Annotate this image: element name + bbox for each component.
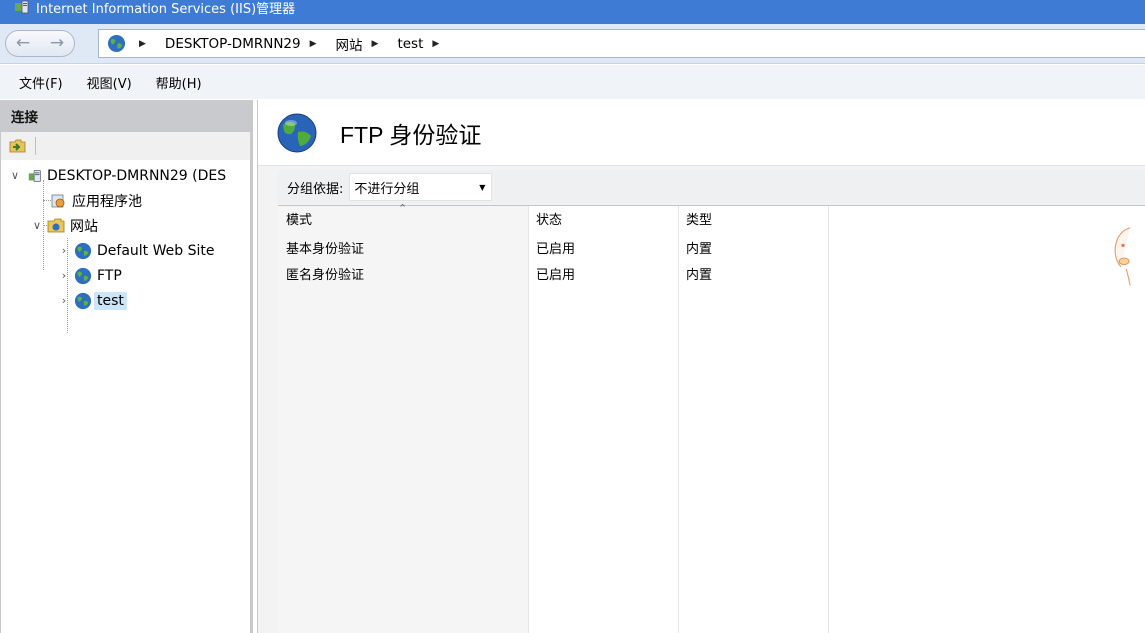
iis-app-icon <box>15 0 29 14</box>
server-icon <box>28 169 41 182</box>
app-pool-icon <box>51 194 65 207</box>
table-row-anonymous-status[interactable]: 已启用 <box>536 264 575 283</box>
chevron-down-icon[interactable]: ∨ <box>31 219 43 232</box>
breadcrumb-arrow[interactable]: ▶ <box>130 39 155 49</box>
group-by-value: 不进行分组 <box>354 181 420 197</box>
globe-icon <box>74 242 92 259</box>
sort-ascending-icon: ⌃ <box>398 202 408 215</box>
chevron-down-icon[interactable]: ∨ <box>9 169 21 182</box>
table-row-basic-type[interactable]: 内置 <box>686 238 712 257</box>
globe-icon <box>277 113 317 152</box>
column-divider <box>828 206 829 633</box>
group-by-bar: 分组依据: 不进行分组 ▼ <box>278 170 1145 204</box>
window-title: Internet Information Services (IIS)管理器 <box>36 1 296 17</box>
column-divider <box>678 206 679 633</box>
globe-icon <box>74 267 92 284</box>
breadcrumb-item-server[interactable]: DESKTOP-DMRNN29 ▶ <box>165 36 326 52</box>
tree-node-app-pools[interactable]: 应用程序池 <box>49 189 142 212</box>
connect-folder-icon[interactable] <box>9 138 27 154</box>
nav-buttons: ← → <box>5 30 75 57</box>
feature-pane: FTP 身份验证 分组依据: 不进行分组 ▼ ⌃ 模式 状态 类型 基本身份验证… <box>257 100 1145 633</box>
group-by-select[interactable]: 不进行分组 ▼ <box>349 173 493 201</box>
chevron-right-icon[interactable]: › <box>58 244 70 257</box>
breadcrumb-item-sites[interactable]: 网站 ▶ <box>336 34 388 54</box>
globe-icon <box>107 34 126 53</box>
menu-bar: 文件(F) 视图(V) 帮助(H) <box>0 65 1145 99</box>
tree-node-default-web-site[interactable]: › Default Web Site <box>58 239 214 262</box>
sites-folder-icon <box>47 218 65 232</box>
tree-node-ftp[interactable]: › FTP <box>58 264 122 287</box>
chevron-right-icon[interactable]: › <box>58 294 70 307</box>
column-header-status[interactable]: 状态 <box>536 209 562 228</box>
forward-arrow-icon[interactable]: → <box>50 35 64 52</box>
title-bar: Internet Information Services (IIS)管理器 <box>0 0 1145 24</box>
tree-node-sites[interactable]: ∨ 网站 <box>31 214 98 237</box>
back-arrow-icon[interactable]: ← <box>16 35 30 52</box>
auth-grid: ⌃ 模式 状态 类型 基本身份验证 已启用 内置 匿名身份验证 已启用 内置 <box>278 202 1145 633</box>
menu-help[interactable]: 帮助(H) <box>156 73 202 92</box>
toolbar-separator <box>35 137 36 155</box>
tree-node-test[interactable]: › test <box>58 289 127 312</box>
column-divider <box>528 206 529 633</box>
tree-label-test: test <box>94 291 127 310</box>
table-row-anonymous-mode[interactable]: 匿名身份验证 <box>286 264 364 283</box>
connections-header: 连接 <box>1 100 250 132</box>
page-title: FTP 身份验证 <box>340 121 482 148</box>
breadcrumb[interactable]: ▶ DESKTOP-DMRNN29 ▶ 网站 ▶ test ▶ <box>98 29 1145 58</box>
globe-icon <box>74 292 92 309</box>
connections-toolbar <box>1 132 250 160</box>
connections-tree: ∨ DESKTOP-DMRNN29 (DES 应用程序池 ∨ 网站 › Defa… <box>1 160 250 333</box>
group-by-label: 分组依据: <box>287 181 344 197</box>
tree-label-ftp: FTP <box>97 267 122 284</box>
address-bar: ← → ▶ DESKTOP-DMRNN29 ▶ 网站 ▶ test ▶ <box>0 24 1145 64</box>
tree-label-default-web-site: Default Web Site <box>97 242 215 259</box>
table-row-basic-status[interactable]: 已启用 <box>536 238 575 257</box>
tree-label-sites: 网站 <box>70 218 98 235</box>
table-row-anonymous-type[interactable]: 内置 <box>686 264 712 283</box>
column-header-mode[interactable]: 模式 <box>286 209 312 228</box>
tree-label-server: DESKTOP-DMRNN29 (DES <box>47 167 227 184</box>
breadcrumb-item-test[interactable]: test ▶ <box>397 36 448 52</box>
menu-view[interactable]: 视图(V) <box>87 73 132 92</box>
dropdown-arrow-icon[interactable]: ▼ <box>479 183 485 192</box>
tree-label-app-pools: 应用程序池 <box>72 193 142 210</box>
connections-pane: 连接 ∨ DESKTOP-DMRNN29 (DES 应用程序池 ∨ 网站 › D… <box>0 100 253 633</box>
feature-header: FTP 身份验证 <box>258 100 1145 166</box>
table-row-basic-mode[interactable]: 基本身份验证 <box>286 238 364 257</box>
menu-file[interactable]: 文件(F) <box>19 73 63 92</box>
column-header-type[interactable]: 类型 <box>686 209 712 228</box>
chevron-right-icon[interactable]: › <box>58 269 70 282</box>
cartoon-sticker-icon <box>1114 227 1131 286</box>
tree-node-server[interactable]: ∨ DESKTOP-DMRNN29 (DES <box>9 164 226 187</box>
